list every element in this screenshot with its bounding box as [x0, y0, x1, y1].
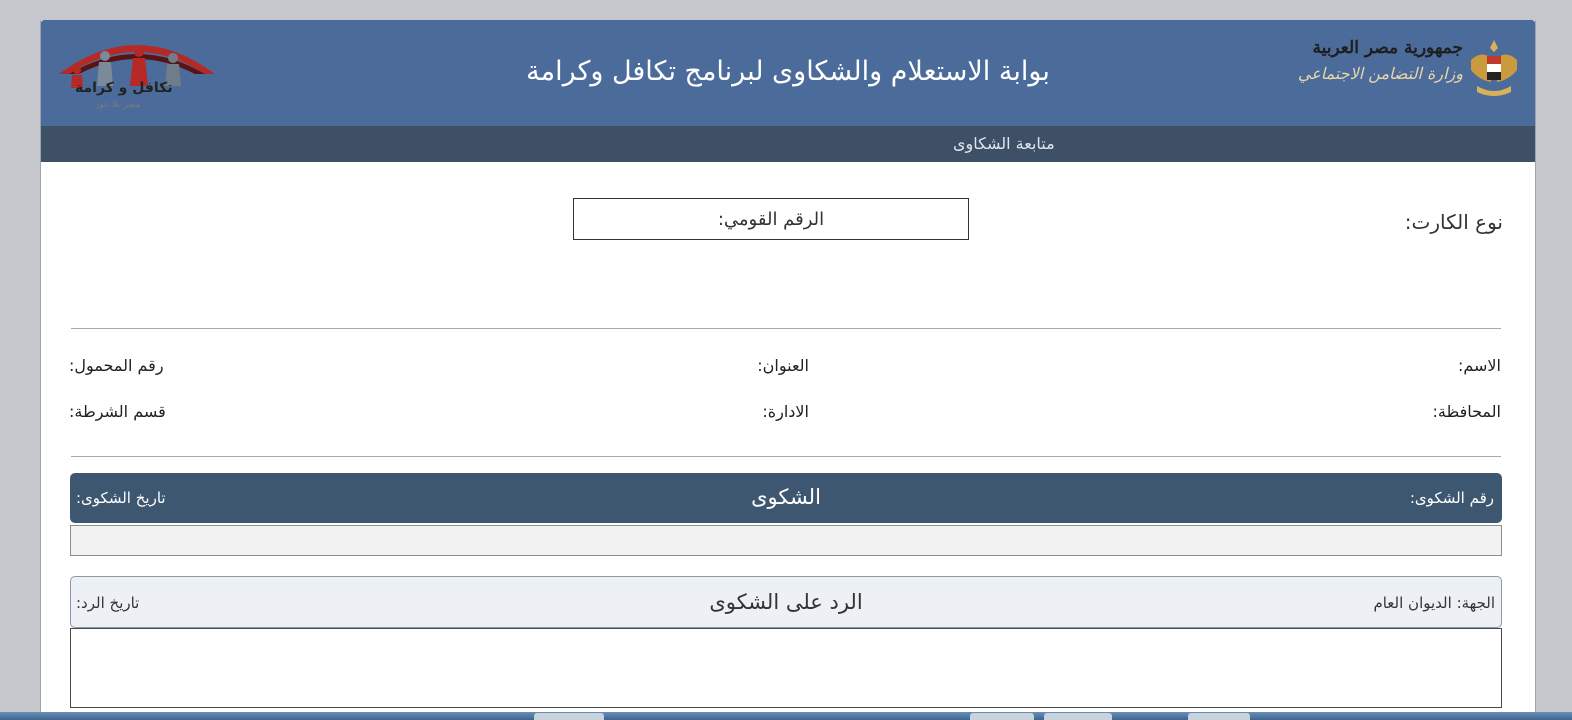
reply-title: الرد على الشكوى	[709, 590, 863, 614]
complaint-tracking-form: نوع الكارت: الرقم القومي: الاسم: العنوان…	[41, 162, 1535, 720]
police-station-label: قسم الشرطة:	[69, 402, 166, 421]
mobile-label: رقم المحمول:	[69, 356, 164, 375]
country-name: جمهورية مصر العربية	[1312, 38, 1463, 58]
name-label: الاسم:	[1457, 356, 1501, 375]
logo-text: تكافل و كرامة	[75, 80, 173, 96]
browser-page: جمهورية مصر العربية وزارة التضامن الاجتم…	[40, 20, 1536, 720]
reply-text-box	[70, 628, 1502, 708]
national-id-field[interactable]: الرقم القومي:	[573, 198, 969, 240]
complaint-date-label: تاريخ الشكوى:	[76, 489, 166, 507]
taskbar-button[interactable]	[1044, 713, 1112, 720]
logo-tagline: مصر بلا عوز	[95, 100, 141, 110]
divider	[71, 456, 1501, 457]
reply-date-label: تاريخ الرد:	[76, 594, 140, 612]
complaint-text-box	[70, 525, 1502, 556]
administration-label: الادارة:	[762, 402, 809, 421]
os-taskbar	[0, 712, 1572, 720]
nav-item-complaint-tracking[interactable]: متابعة الشكاوى	[953, 134, 1055, 153]
site-header: جمهورية مصر العربية وزارة التضامن الاجتم…	[41, 20, 1535, 126]
governorate-label: المحافظة:	[1432, 402, 1501, 421]
complaint-title: الشكوى	[751, 485, 821, 509]
page-title: بوابة الاستعلام والشكاوى لبرنامج تكافل و…	[526, 56, 1050, 87]
address-label: العنوان:	[757, 356, 809, 375]
reply-header: الجهة: الديوان العام الرد على الشكوى تار…	[70, 576, 1502, 628]
divider	[71, 328, 1501, 329]
taskbar-button[interactable]	[534, 713, 604, 720]
card-type-label: نوع الكارت:	[1404, 210, 1503, 234]
complaint-header: رقم الشكوى: الشكوى تاريخ الشكوى:	[70, 473, 1502, 523]
national-id-label: الرقم القومي:	[717, 208, 825, 230]
taskbar-button[interactable]	[1188, 713, 1250, 720]
nav-bar: متابعة الشكاوى	[41, 126, 1535, 162]
taskbar-button[interactable]	[970, 713, 1034, 720]
